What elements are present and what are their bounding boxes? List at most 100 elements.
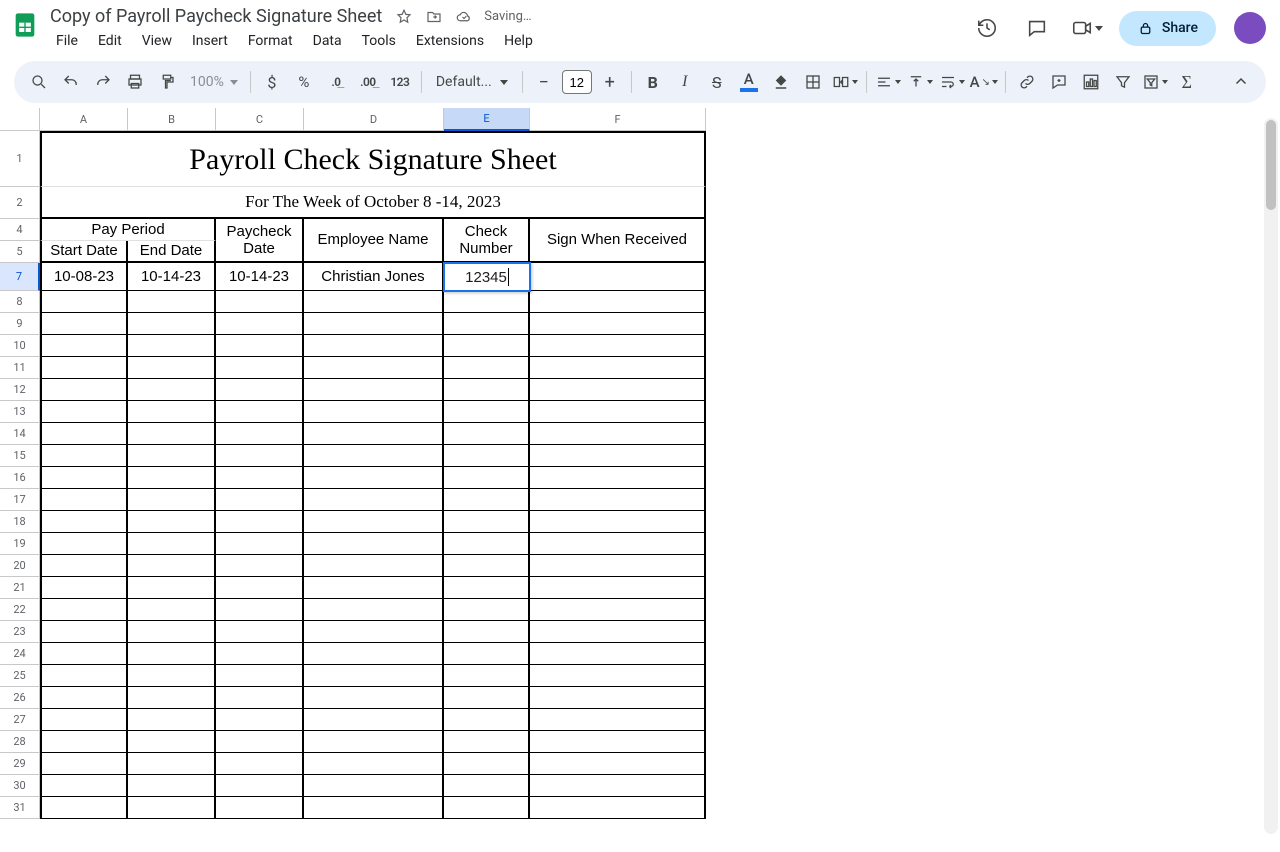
cell-E8[interactable]: [444, 291, 530, 313]
cell-B24[interactable]: [128, 643, 216, 665]
row-header-5[interactable]: 5: [0, 241, 40, 263]
cell-A11[interactable]: [40, 357, 128, 379]
cell-B22[interactable]: [128, 599, 216, 621]
row-header-31[interactable]: 31: [0, 797, 40, 819]
hdr-end-date[interactable]: End Date: [128, 241, 216, 263]
cell-D26[interactable]: [304, 687, 444, 709]
row-header-23[interactable]: 23: [0, 621, 40, 643]
cell-B11[interactable]: [128, 357, 216, 379]
cell-F10[interactable]: [530, 335, 706, 357]
menu-edit[interactable]: Edit: [90, 29, 130, 53]
cell-D19[interactable]: [304, 533, 444, 555]
cell-F25[interactable]: [530, 665, 706, 687]
cell-C7[interactable]: 10-14-23: [216, 263, 304, 291]
cell-A9[interactable]: [40, 313, 128, 335]
row-header-18[interactable]: 18: [0, 511, 40, 533]
cell-B14[interactable]: [128, 423, 216, 445]
italic-button[interactable]: I: [670, 67, 700, 97]
cell-D23[interactable]: [304, 621, 444, 643]
cell-E16[interactable]: [444, 467, 530, 489]
cell-A25[interactable]: [40, 665, 128, 687]
cell-D16[interactable]: [304, 467, 444, 489]
cell-F23[interactable]: [530, 621, 706, 643]
cell-C31[interactable]: [216, 797, 304, 819]
row-header-17[interactable]: 17: [0, 489, 40, 511]
cell-D18[interactable]: [304, 511, 444, 533]
cell-D31[interactable]: [304, 797, 444, 819]
row-header-11[interactable]: 11: [0, 357, 40, 379]
search-menus-icon[interactable]: [24, 67, 54, 97]
cell-E19[interactable]: [444, 533, 530, 555]
move-folder-icon[interactable]: [424, 7, 444, 27]
cell-B12[interactable]: [128, 379, 216, 401]
cell-C10[interactable]: [216, 335, 304, 357]
hdr-F[interactable]: Sign When Received: [530, 219, 706, 263]
row-header-14[interactable]: 14: [0, 423, 40, 445]
cloud-status-icon[interactable]: [454, 7, 474, 27]
cell-F20[interactable]: [530, 555, 706, 577]
cell-A10[interactable]: [40, 335, 128, 357]
row-header-10[interactable]: 10: [0, 335, 40, 357]
cell-E22[interactable]: [444, 599, 530, 621]
paint-format-icon[interactable]: [152, 67, 182, 97]
cell-C9[interactable]: [216, 313, 304, 335]
cell-B20[interactable]: [128, 555, 216, 577]
cell-E15[interactable]: [444, 445, 530, 467]
vertical-align-button[interactable]: [905, 67, 935, 97]
fill-color-button[interactable]: [766, 67, 796, 97]
cell-A26[interactable]: [40, 687, 128, 709]
cell-E26[interactable]: [444, 687, 530, 709]
row-header-21[interactable]: 21: [0, 577, 40, 599]
cell-D7[interactable]: Christian Jones: [304, 263, 444, 291]
cell-E11[interactable]: [444, 357, 530, 379]
cell-A15[interactable]: [40, 445, 128, 467]
cell-E29[interactable]: [444, 753, 530, 775]
text-wrap-button[interactable]: [937, 67, 967, 97]
cell-E21[interactable]: [444, 577, 530, 599]
cell-F11[interactable]: [530, 357, 706, 379]
cell-F30[interactable]: [530, 775, 706, 797]
cell-A22[interactable]: [40, 599, 128, 621]
cell-C14[interactable]: [216, 423, 304, 445]
cell-A29[interactable]: [40, 753, 128, 775]
cell-E13[interactable]: [444, 401, 530, 423]
row-header-2[interactable]: 2: [0, 187, 40, 219]
merge-cells-button[interactable]: [830, 67, 860, 97]
cell-C15[interactable]: [216, 445, 304, 467]
subtitle-cell[interactable]: For The Week of October 8 -14, 2023: [40, 187, 706, 219]
active-cell-editor[interactable]: 12345: [443, 262, 531, 292]
star-icon[interactable]: [394, 7, 414, 27]
cell-F29[interactable]: [530, 753, 706, 775]
cell-B16[interactable]: [128, 467, 216, 489]
cell-B26[interactable]: [128, 687, 216, 709]
cell-A16[interactable]: [40, 467, 128, 489]
cell-D30[interactable]: [304, 775, 444, 797]
row-header-16[interactable]: 16: [0, 467, 40, 489]
cell-E31[interactable]: [444, 797, 530, 819]
cell-C8[interactable]: [216, 291, 304, 313]
cell-E10[interactable]: [444, 335, 530, 357]
title-cell[interactable]: Payroll Check Signature Sheet: [40, 131, 706, 187]
cell-F19[interactable]: [530, 533, 706, 555]
cell-B21[interactable]: [128, 577, 216, 599]
hdr-E[interactable]: Check Number: [444, 219, 530, 263]
cell-A23[interactable]: [40, 621, 128, 643]
row-header-8[interactable]: 8: [0, 291, 40, 313]
cell-D24[interactable]: [304, 643, 444, 665]
vertical-scrollbar[interactable]: [1264, 118, 1278, 834]
cell-B27[interactable]: [128, 709, 216, 731]
col-header-F[interactable]: F: [530, 108, 706, 131]
cell-A19[interactable]: [40, 533, 128, 555]
menu-view[interactable]: View: [134, 29, 180, 53]
decrease-decimal-icon[interactable]: .0̲: [321, 67, 351, 97]
cell-B10[interactable]: [128, 335, 216, 357]
cell-E17[interactable]: [444, 489, 530, 511]
row-header-4[interactable]: 4: [0, 219, 40, 241]
cell-C19[interactable]: [216, 533, 304, 555]
menu-format[interactable]: Format: [240, 29, 301, 53]
cell-E28[interactable]: [444, 731, 530, 753]
cell-C25[interactable]: [216, 665, 304, 687]
cell-D11[interactable]: [304, 357, 444, 379]
cell-F17[interactable]: [530, 489, 706, 511]
collapse-toolbar-icon[interactable]: [1226, 67, 1256, 97]
